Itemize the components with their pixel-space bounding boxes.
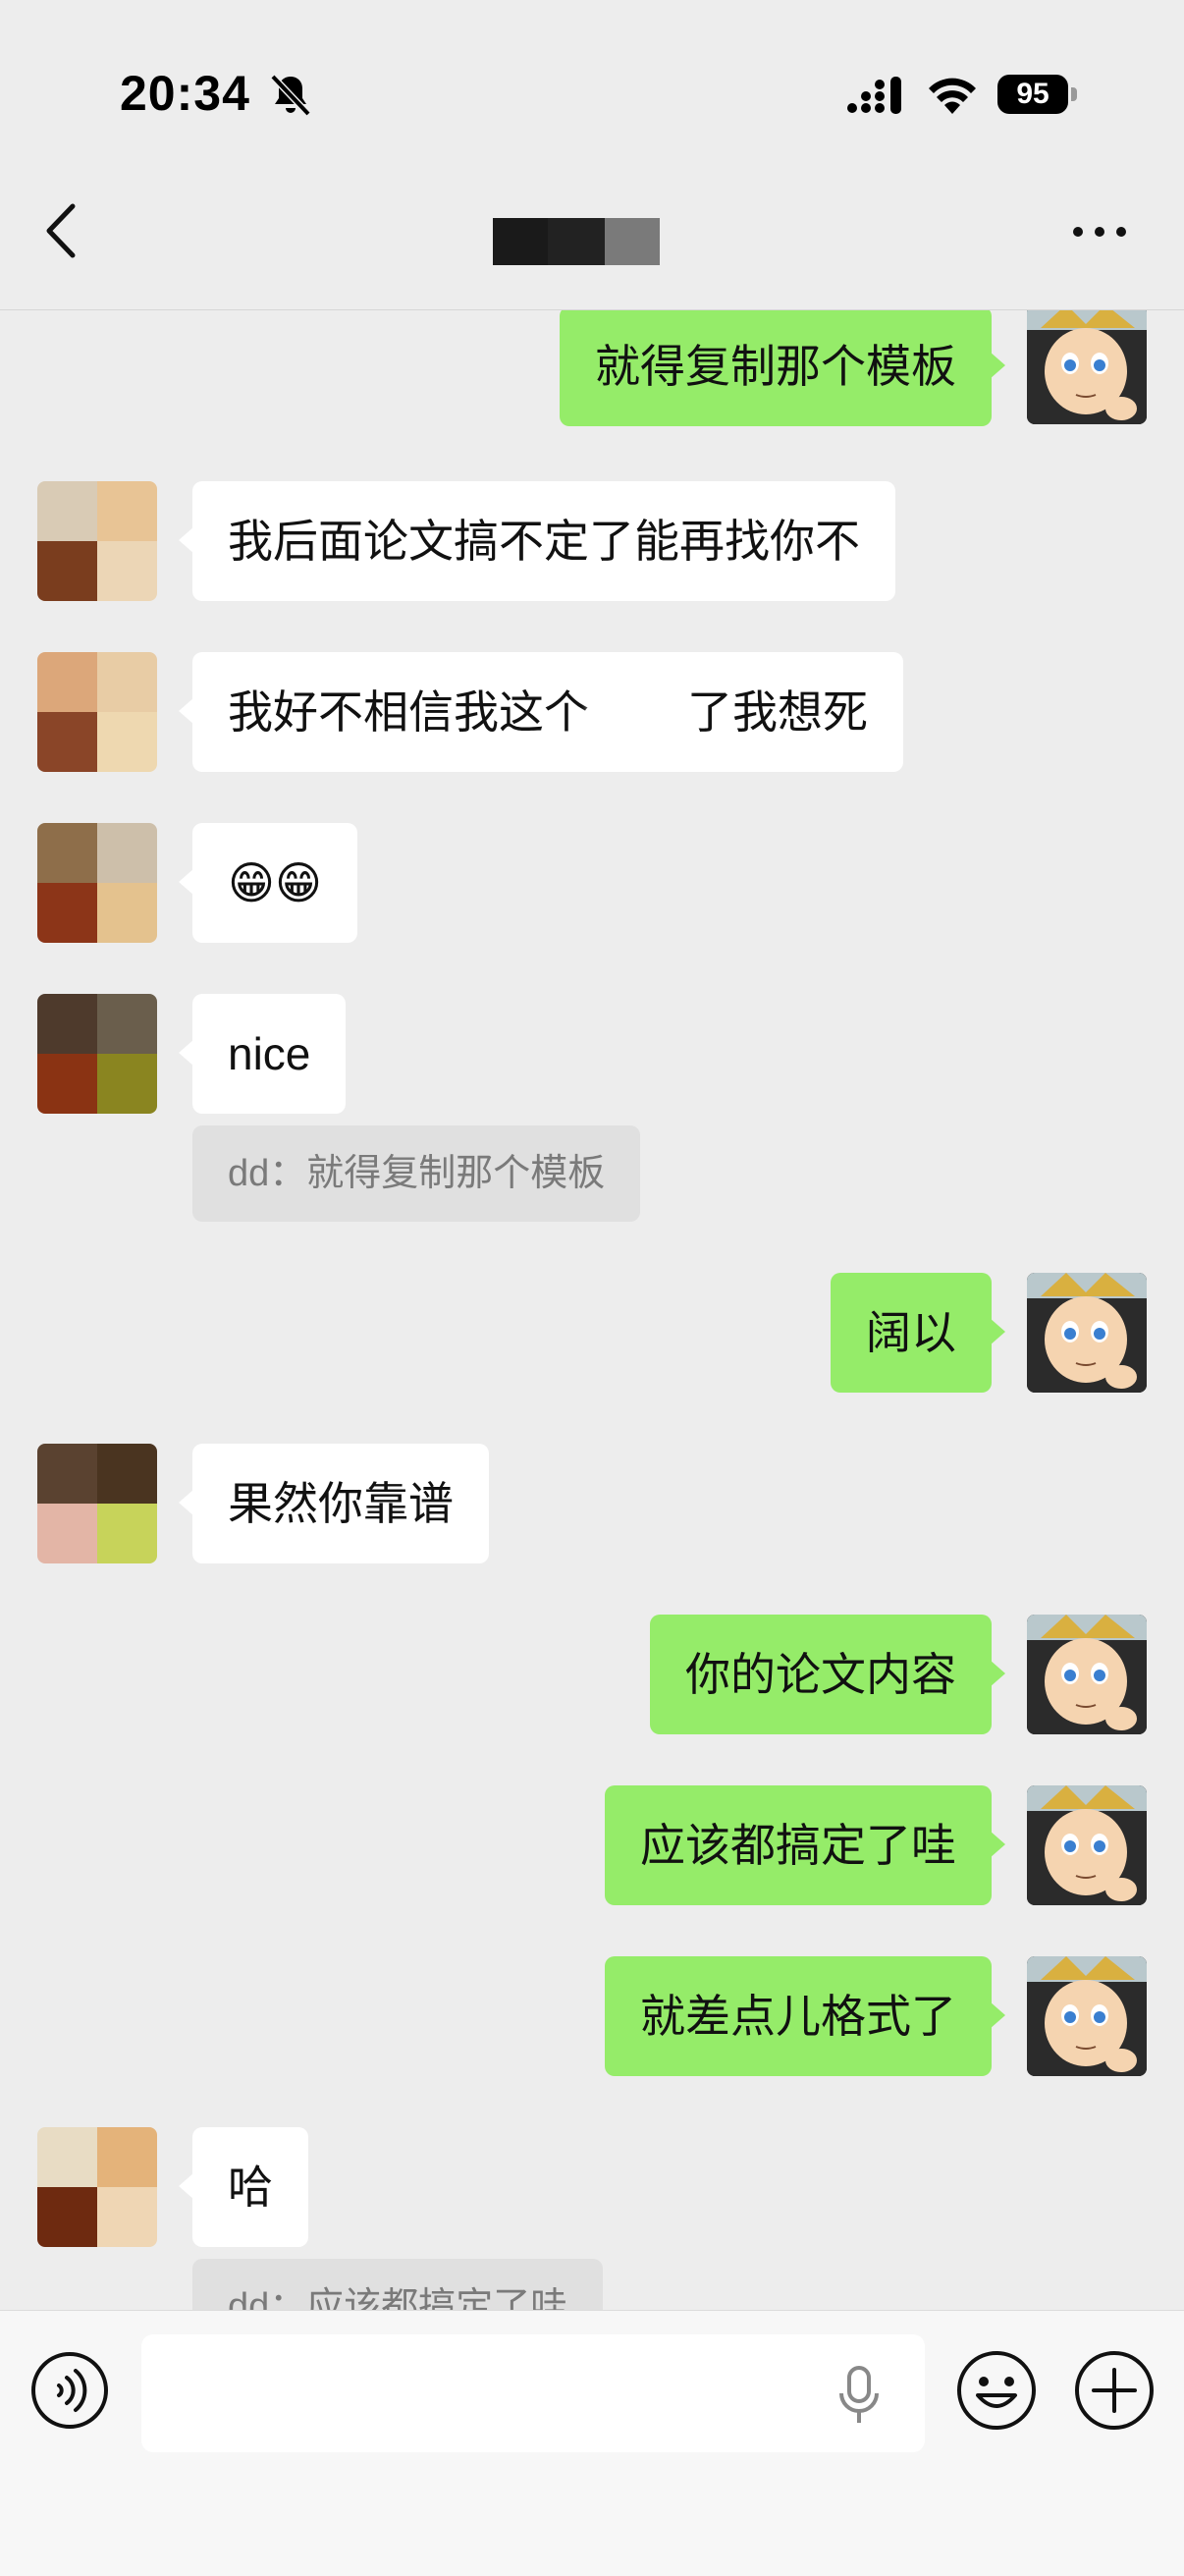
self-avatar[interactable] <box>1027 310 1147 424</box>
chat-messages[interactable]: 就得复制那个模板 我后面论文搞不定了能再找你不 我好不相信我这个 了我想死 😁😁 <box>0 310 1184 2310</box>
self-avatar[interactable] <box>1027 1785 1147 1905</box>
message-bubble-incoming[interactable]: 哈 <box>179 2127 308 2247</box>
message-text-part: 了我想死 <box>687 686 868 738</box>
chat-title-redacted <box>493 218 660 265</box>
redacted-text <box>589 690 687 740</box>
quoted-message[interactable]: dd：应该都搞定了哇 <box>192 2259 604 2310</box>
avatar-cartoon-icon <box>1027 1273 1147 1393</box>
avatar-cartoon-icon <box>1027 310 1147 424</box>
contact-avatar[interactable] <box>37 1444 157 1563</box>
self-avatar[interactable] <box>1027 1273 1147 1393</box>
avatar-cartoon-icon <box>1027 1615 1147 1734</box>
contact-avatar[interactable] <box>37 481 157 601</box>
message-text-part: 我好不相信我这个 <box>228 686 589 738</box>
emoji-icon[interactable] <box>954 2348 1039 2433</box>
message-bubble-incoming[interactable]: 😁😁 <box>179 823 357 943</box>
microphone-icon[interactable] <box>834 2364 884 2427</box>
message-input[interactable] <box>141 2334 925 2452</box>
self-avatar[interactable] <box>1027 1956 1147 2076</box>
more-button[interactable] <box>1070 212 1129 251</box>
contact-avatar[interactable] <box>37 652 157 772</box>
message-bubble-outgoing[interactable]: 阔以 <box>831 1273 1005 1393</box>
bell-slash-icon <box>270 74 311 117</box>
wifi-icon <box>929 78 976 114</box>
cellular-signal-icon <box>847 77 901 114</box>
plus-icon[interactable] <box>1072 2348 1157 2433</box>
contact-avatar[interactable] <box>37 994 157 1114</box>
quoted-message[interactable]: dd：就得复制那个模板 <box>192 1125 641 1222</box>
avatar-cartoon-icon <box>1027 1785 1147 1905</box>
self-avatar[interactable] <box>1027 1615 1147 1734</box>
message-bubble-incoming[interactable]: nice <box>178 994 347 1114</box>
message-bubble-incoming[interactable]: 我好不相信我这个 了我想死 <box>179 652 903 772</box>
message-bubble-incoming[interactable]: 我后面论文搞不定了能再找你不 <box>179 481 895 601</box>
battery-icon: 95 <box>997 75 1078 116</box>
message-bubble-outgoing[interactable]: 就得复制那个模板 <box>560 310 1005 426</box>
message-bubble-outgoing[interactable]: 就差点儿格式了 <box>605 1956 1005 2076</box>
voice-icon[interactable] <box>29 2350 110 2431</box>
back-button[interactable] <box>39 196 88 265</box>
status-bar: 20:34 95 <box>0 0 1184 187</box>
message-bubble-outgoing[interactable]: 你的论文内容 <box>650 1615 1005 1734</box>
contact-avatar[interactable] <box>37 823 157 943</box>
status-time: 20:34 <box>120 66 250 121</box>
message-bubble-incoming[interactable]: 果然你靠谱 <box>179 1444 489 1563</box>
input-bar <box>0 2310 1184 2576</box>
battery-level: 95 <box>997 75 1068 114</box>
contact-avatar[interactable] <box>37 2127 157 2247</box>
message-bubble-outgoing[interactable]: 应该都搞定了哇 <box>605 1785 1005 1905</box>
avatar-cartoon-icon <box>1027 1956 1147 2076</box>
